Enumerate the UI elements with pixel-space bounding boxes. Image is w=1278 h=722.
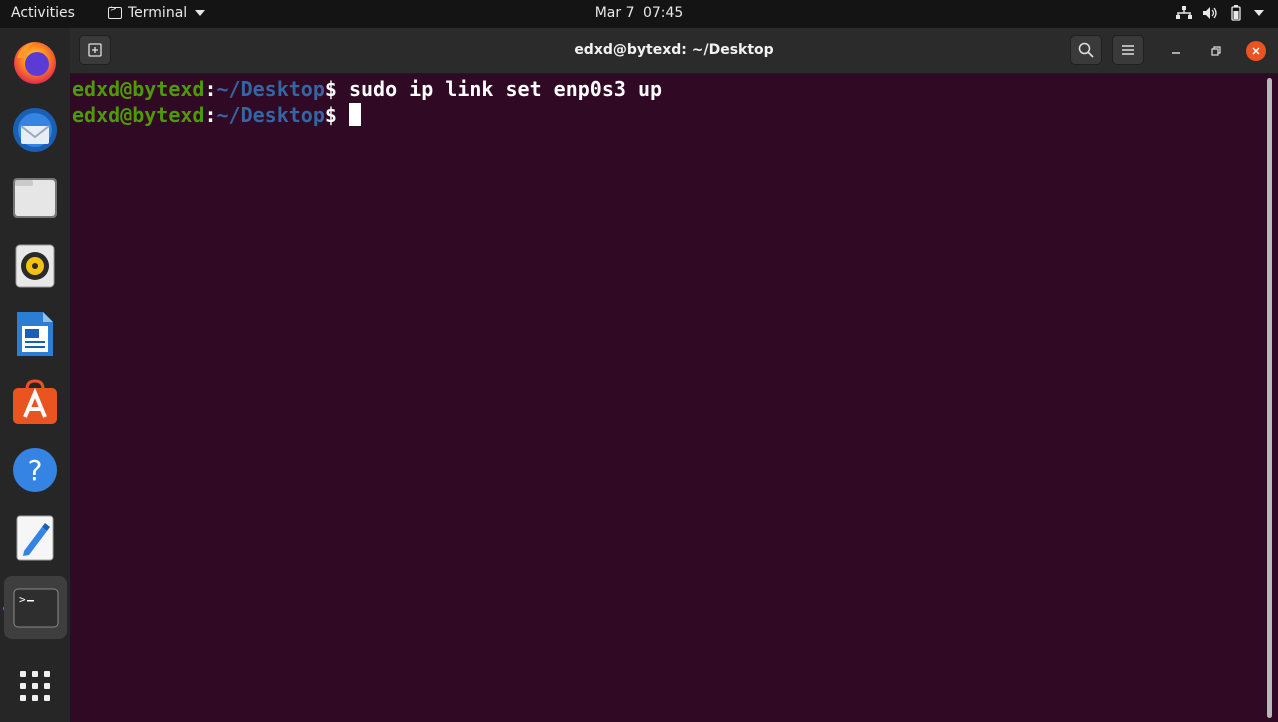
svg-text:>: >: [19, 593, 26, 606]
dock-text-editor[interactable]: [7, 510, 63, 566]
dock-thunderbird[interactable]: [7, 102, 63, 158]
terminal-line: edxd@bytexd:~/Desktop$: [72, 102, 1264, 128]
prompt-path: ~/Desktop: [216, 103, 325, 127]
prompt-symbol: $: [324, 77, 349, 101]
close-button[interactable]: [1246, 41, 1266, 61]
header-bar: edxd@bytexd: ~/Desktop: [70, 28, 1278, 74]
dock-firefox[interactable]: [7, 34, 63, 90]
prompt-user: edxd@bytexd: [72, 77, 205, 101]
command-text: sudo ip link set enp0s3 up: [348, 77, 663, 101]
show-applications-button[interactable]: [7, 658, 63, 714]
restore-button[interactable]: [1206, 41, 1226, 61]
thunderbird-icon: [13, 108, 57, 152]
minimize-button[interactable]: [1166, 41, 1186, 61]
search-button[interactable]: [1070, 35, 1102, 65]
dock-files[interactable]: [7, 170, 63, 226]
close-icon: [1252, 47, 1260, 55]
firefox-icon: [14, 42, 56, 84]
writer-icon: [17, 312, 53, 356]
files-icon: [13, 178, 57, 218]
prompt-path: ~/Desktop: [216, 77, 325, 101]
rhythmbox-icon: [15, 244, 55, 288]
dock-libreoffice-writer[interactable]: [7, 306, 63, 362]
text-cursor: [348, 103, 361, 126]
software-icon: [13, 379, 57, 424]
menu-button[interactable]: [1112, 35, 1144, 65]
terminal-line: edxd@bytexd:~/Desktop$ sudo ip link set …: [72, 76, 1264, 102]
clock-date: Mar 7: [594, 5, 635, 21]
prompt-separator: :: [204, 77, 217, 101]
svg-text:?: ?: [28, 454, 43, 487]
dock: ? >: [0, 28, 70, 722]
terminal-window: edxd@bytexd: ~/Desktop edxd@bytexd:~/Des…: [70, 28, 1278, 722]
prompt-user: edxd@bytexd: [72, 103, 205, 127]
top-bar: Activities Terminal Mar 7 07:45: [0, 0, 1278, 28]
power-menu-icon: [1254, 10, 1264, 16]
prompt-symbol: $: [324, 103, 349, 127]
terminal-icon: >: [13, 588, 58, 627]
dock-terminal[interactable]: >: [4, 576, 67, 639]
prompt-separator: :: [204, 103, 217, 127]
hamburger-menu-icon: [1122, 45, 1134, 55]
text-editor-icon: [16, 515, 54, 561]
dock-rhythmbox[interactable]: [7, 238, 63, 294]
volume-icon: [1203, 7, 1217, 19]
system-status-menu[interactable]: [1176, 5, 1264, 21]
clock[interactable]: Mar 7 07:45: [0, 5, 1278, 21]
dock-software[interactable]: [7, 374, 63, 430]
battery-icon: [1231, 5, 1241, 21]
scrollbar[interactable]: [1267, 78, 1272, 718]
dock-help[interactable]: ?: [7, 442, 63, 498]
clock-time: 07:45: [642, 5, 684, 21]
help-icon: ?: [13, 448, 57, 492]
app-grid-icon: [20, 671, 50, 701]
minimize-icon: [1172, 52, 1180, 54]
network-icon: [1176, 6, 1192, 19]
terminal-output[interactable]: edxd@bytexd:~/Desktop$ sudo ip link set …: [70, 74, 1264, 722]
restore-icon: [1211, 46, 1221, 56]
search-icon: [1078, 42, 1094, 58]
